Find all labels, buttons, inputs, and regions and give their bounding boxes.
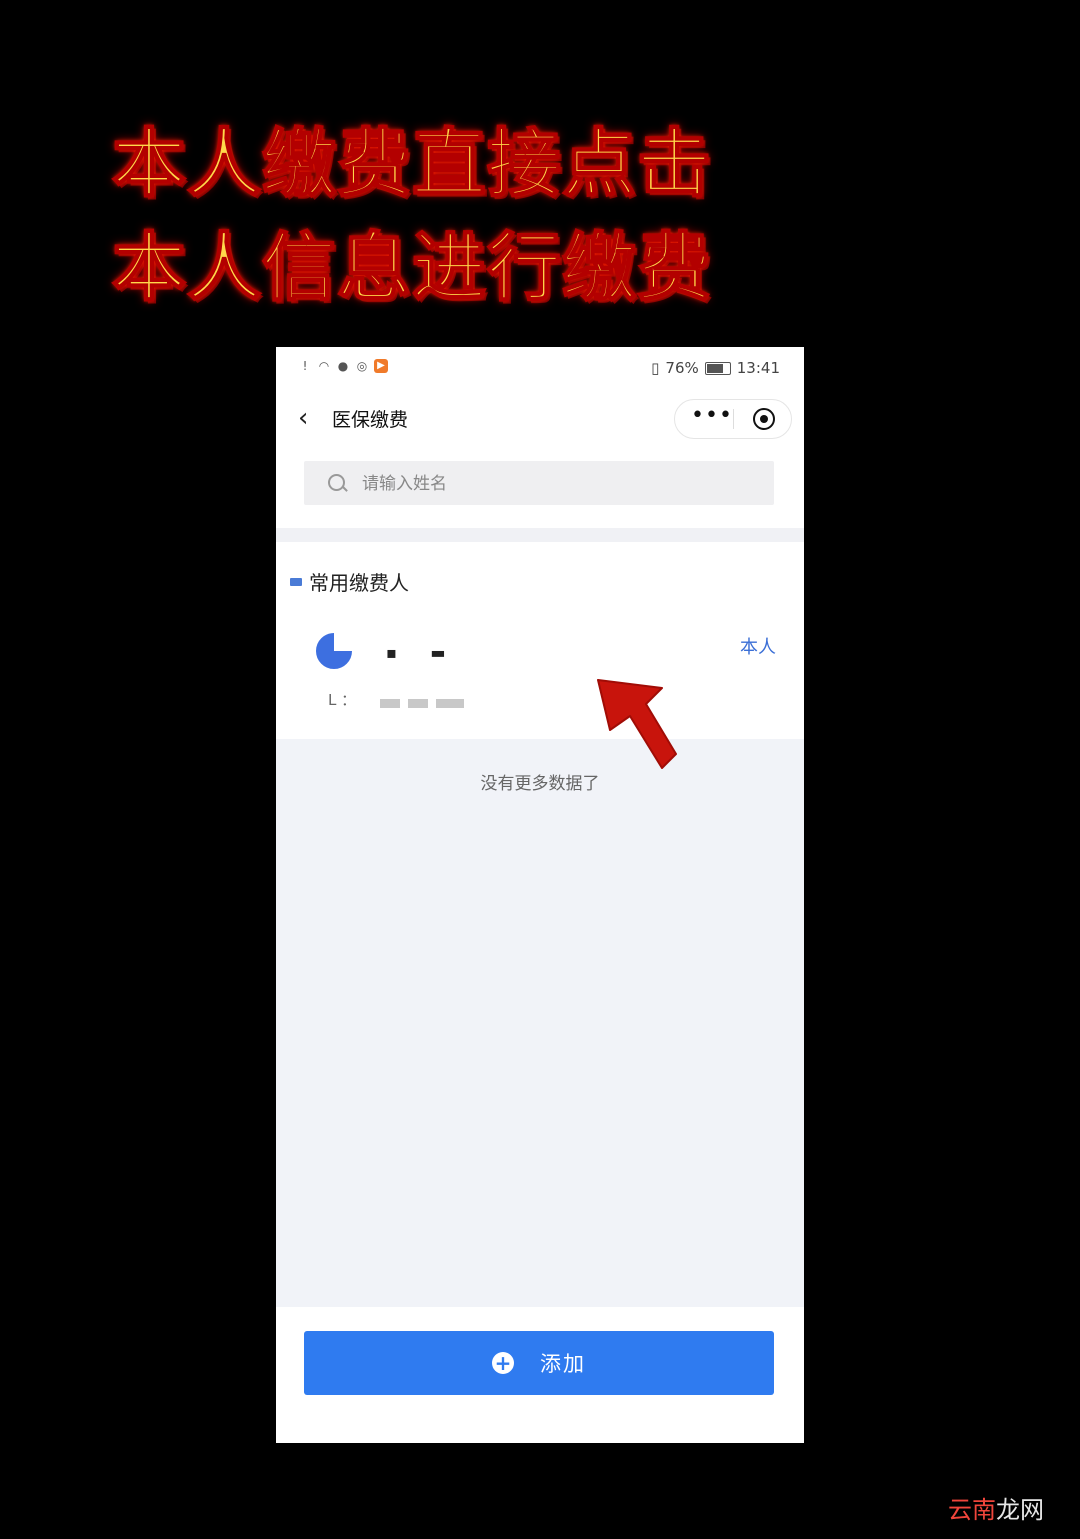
watermark-brand-white: 龙网 — [996, 1496, 1044, 1524]
mask-block — [436, 699, 464, 708]
caption-overlay: 本人缴费直接点击 本人信息进行缴费 — [111, 112, 732, 320]
battery-percent: 76% — [665, 359, 699, 377]
clock-time: 13:41 — [736, 359, 780, 377]
phone-screen: ! ◠ ● ◎ ▶ ▯ 76% 13:41 ‹ 医保缴费 ••• 请输入姓名 常… — [276, 347, 804, 1443]
page-title: 医保缴费 — [332, 409, 409, 431]
caption-line-1: 本人缴费直接点击 — [111, 120, 712, 208]
play-icon: ▶ — [374, 359, 388, 373]
notification-icon: ! — [302, 359, 308, 373]
payer-list-item[interactable]: ▪ ▬ 本人 L ： — [276, 607, 804, 737]
section-title: 常用缴费人 — [309, 571, 409, 595]
plus-circle-icon: + — [492, 1352, 514, 1374]
add-button-label: 添加 — [540, 1352, 586, 1376]
back-arrow-icon[interactable]: ‹ — [298, 405, 314, 431]
capsule-divider — [733, 409, 734, 429]
section-header: 常用缴费人 — [290, 567, 409, 596]
id-number-label: L ： — [328, 691, 357, 709]
battery-icon — [704, 361, 731, 375]
list-empty-area: 没有更多数据了 — [276, 739, 804, 1307]
status-icons-right: ▯ 76% 13:41 — [651, 359, 780, 377]
watermark: 云南龙网 — [948, 1490, 1044, 1525]
search-input[interactable] — [360, 461, 764, 507]
caption-line-2: 本人信息进行缴费 — [111, 224, 712, 312]
nav-bar: ‹ 医保缴费 ••• — [276, 389, 804, 451]
no-more-data-text: 没有更多数据了 — [480, 774, 600, 794]
add-payer-button[interactable]: + 添加 — [304, 1331, 774, 1395]
bottom-action-area: + 添加 — [276, 1307, 804, 1443]
red-arrow-annotation-icon — [597, 679, 677, 769]
screenshot-canvas: 本人缴费直接点击 本人信息进行缴费 ! ◠ ● ◎ ▶ ▯ 76% 13:41 … — [0, 0, 1080, 1539]
section-marker-icon — [290, 577, 302, 586]
avatar-icon — [314, 631, 354, 671]
status-icons-left: ! ◠ ● ◎ ▶ — [298, 359, 388, 373]
miniprogram-capsule: ••• — [674, 399, 792, 439]
target-icon[interactable] — [753, 408, 775, 430]
wifi-icon: ◠ — [318, 359, 330, 373]
watermark-brand-red: 云南 — [948, 1496, 996, 1524]
payer-name-masked: ▪ ▬ — [386, 643, 460, 662]
wechat-icon: ● — [337, 359, 349, 373]
app-icon: ◎ — [356, 359, 368, 373]
more-dots-icon[interactable]: ••• — [691, 403, 733, 428]
id-number-masked — [380, 699, 464, 708]
section-divider — [276, 528, 804, 542]
mask-block — [408, 699, 428, 708]
mask-block — [380, 699, 400, 708]
status-bar: ! ◠ ● ◎ ▶ ▯ 76% 13:41 — [276, 347, 804, 389]
search-bar — [304, 461, 774, 507]
search-icon — [328, 474, 345, 491]
vibrate-icon: ▯ — [651, 359, 660, 377]
self-badge[interactable]: 本人 — [740, 633, 776, 659]
